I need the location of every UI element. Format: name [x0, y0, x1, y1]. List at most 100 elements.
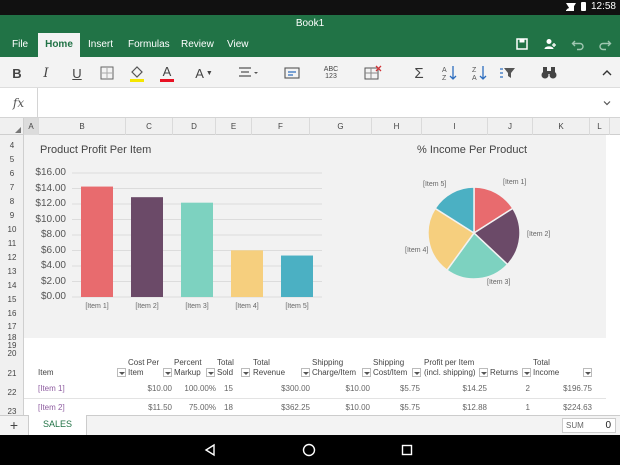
row-header[interactable]: 14 — [0, 281, 24, 290]
font-size-button[interactable]: A ▼ — [192, 63, 216, 83]
column-header-h[interactable]: H — [372, 118, 422, 135]
filter-dropdown-icon[interactable] — [479, 368, 488, 377]
cell-item[interactable]: [Item 2] — [38, 403, 65, 412]
cell-profit[interactable]: $14.25 — [444, 384, 487, 393]
filter-icon[interactable] — [498, 63, 518, 83]
filter-dropdown-icon[interactable] — [163, 368, 172, 377]
cell-markup[interactable]: 75.00% — [174, 403, 216, 412]
cell-income[interactable]: $196.75 — [548, 384, 592, 393]
align-icon[interactable] — [236, 63, 260, 83]
column-header-b[interactable]: B — [39, 118, 126, 135]
sort-ascending-icon[interactable]: A Z — [440, 63, 458, 83]
cell-ship-charge[interactable]: $10.00 — [324, 403, 370, 412]
cell-cost[interactable]: $11.50 — [128, 403, 172, 412]
row-header[interactable]: 21 — [0, 369, 24, 378]
fx-icon[interactable]: fx — [0, 88, 38, 118]
status-sum[interactable]: SUM 0 — [562, 418, 616, 433]
share-icon[interactable] — [543, 37, 557, 51]
collapse-ribbon-icon[interactable] — [600, 63, 614, 83]
column-header-i[interactable]: I — [422, 118, 488, 135]
formula-input[interactable] — [44, 96, 584, 110]
cell-item[interactable]: [Item 1] — [38, 384, 65, 393]
fill-color-icon[interactable] — [128, 63, 146, 83]
cell-revenue[interactable]: $300.00 — [264, 384, 310, 393]
row-header[interactable]: 12 — [0, 253, 24, 262]
cell-returns[interactable]: 1 — [504, 403, 530, 412]
cell-markup[interactable]: 100.00% — [174, 384, 216, 393]
cell-ship-cost[interactable]: $5.75 — [380, 403, 420, 412]
row-header[interactable]: 10 — [0, 225, 24, 234]
filter-dropdown-icon[interactable] — [583, 368, 592, 377]
save-icon[interactable] — [515, 37, 529, 51]
bar[interactable] — [181, 202, 213, 297]
row-header[interactable]: 7 — [0, 183, 24, 192]
bold-button[interactable]: B — [8, 63, 26, 83]
cell-income[interactable]: $224.63 — [548, 403, 592, 412]
row-header[interactable]: 11 — [0, 239, 24, 248]
worksheet-grid[interactable]: Product Profit Per Item $16.00 $14.00 $12.… — [24, 135, 620, 415]
font-color-button[interactable]: A — [158, 63, 176, 83]
filter-dropdown-icon[interactable] — [301, 368, 310, 377]
row-header[interactable]: 6 — [0, 169, 24, 178]
cell-returns[interactable]: 2 — [504, 384, 530, 393]
autosum-button[interactable]: Σ — [410, 63, 428, 83]
wrap-text-icon[interactable] — [282, 63, 302, 83]
column-header-g[interactable]: G — [310, 118, 372, 135]
filter-dropdown-icon[interactable] — [241, 368, 250, 377]
filter-dropdown-icon[interactable] — [206, 368, 215, 377]
column-header-k[interactable]: K — [533, 118, 590, 135]
bar[interactable] — [81, 186, 113, 297]
cell-ship-charge[interactable]: $10.00 — [324, 384, 370, 393]
cell-revenue[interactable]: $362.25 — [264, 403, 310, 412]
filter-dropdown-icon[interactable] — [117, 368, 126, 377]
chart-area[interactable]: Product Profit Per Item $16.00 $14.00 $12.… — [24, 135, 606, 338]
underline-button[interactable]: U — [68, 63, 86, 83]
row-header[interactable]: 8 — [0, 197, 24, 206]
select-all-corner[interactable] — [0, 118, 24, 135]
expand-formula-icon[interactable] — [602, 98, 612, 108]
back-icon[interactable] — [203, 443, 217, 457]
tab-insert[interactable]: Insert — [82, 33, 119, 57]
column-header-f[interactable]: F — [252, 118, 310, 135]
bar[interactable] — [231, 250, 263, 297]
tab-review[interactable]: Review — [175, 33, 220, 57]
recents-icon[interactable] — [400, 443, 414, 457]
filter-dropdown-icon[interactable] — [522, 368, 531, 377]
sheet-tab-sales[interactable]: SALES — [28, 415, 87, 435]
row-header[interactable]: 13 — [0, 267, 24, 276]
row-header[interactable]: 22 — [0, 388, 24, 397]
tab-formulas[interactable]: Formulas — [122, 33, 176, 57]
cell-total-sold[interactable]: 18 — [224, 403, 250, 412]
cell-ship-cost[interactable]: $5.75 — [380, 384, 420, 393]
row-header[interactable]: 15 — [0, 295, 24, 304]
home-icon[interactable] — [302, 443, 316, 457]
row-header[interactable]: 17 — [0, 322, 24, 331]
bar[interactable] — [131, 197, 163, 297]
row-header[interactable]: 4 — [0, 141, 24, 150]
row-header[interactable]: 9 — [0, 211, 24, 220]
pie-chart[interactable] — [404, 175, 544, 295]
redo-icon[interactable] — [598, 37, 612, 51]
column-header-d[interactable]: D — [173, 118, 216, 135]
column-header-e[interactable]: E — [216, 118, 252, 135]
column-header-j[interactable]: J — [488, 118, 533, 135]
add-sheet-button[interactable]: + — [0, 416, 28, 435]
tab-home[interactable]: Home — [38, 33, 80, 57]
bar-chart[interactable] — [24, 135, 344, 325]
number-format-button[interactable]: ABC 123 — [320, 63, 342, 83]
bar[interactable] — [281, 255, 313, 297]
tab-file[interactable]: File — [6, 33, 34, 57]
column-header-l[interactable]: L — [590, 118, 610, 135]
column-header-a[interactable]: A — [24, 118, 39, 135]
column-header-c[interactable]: C — [126, 118, 173, 135]
italic-button[interactable]: I — [37, 63, 55, 83]
sort-descending-icon[interactable]: Z A — [470, 63, 488, 83]
row-header[interactable]: 16 — [0, 309, 24, 318]
undo-icon[interactable] — [571, 37, 585, 51]
cell-profit[interactable]: $12.88 — [444, 403, 487, 412]
borders-icon[interactable] — [98, 63, 116, 83]
find-binoculars-icon[interactable] — [540, 63, 558, 83]
cell-cost[interactable]: $10.00 — [128, 384, 172, 393]
cell-total-sold[interactable]: 15 — [224, 384, 250, 393]
filter-dropdown-icon[interactable] — [412, 368, 421, 377]
